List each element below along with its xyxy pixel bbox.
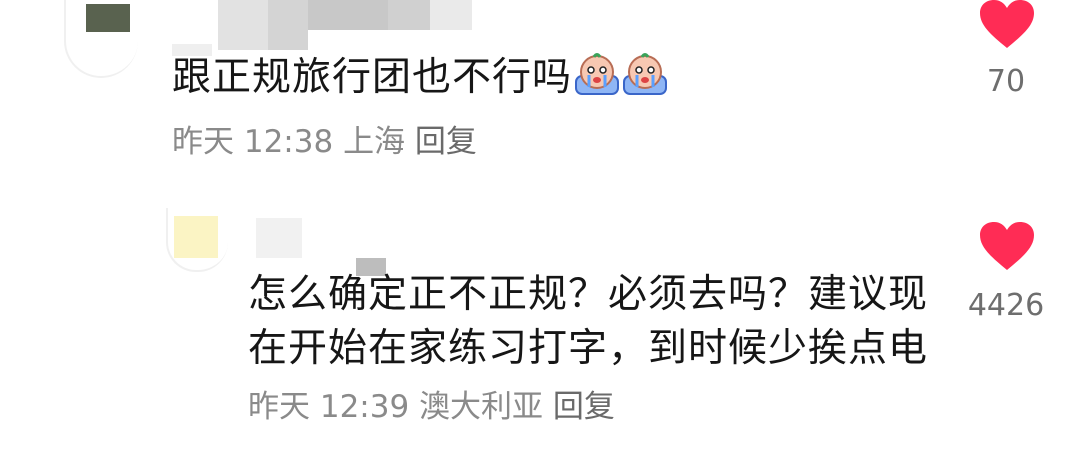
- reply-button[interactable]: 回复: [553, 389, 615, 425]
- comment-time: 昨天 12:39: [248, 389, 410, 425]
- heart-icon[interactable]: [980, 0, 1034, 50]
- crying-face-emoji-icon: [623, 53, 668, 95]
- heart-icon[interactable]: [980, 222, 1034, 272]
- comment-location: 澳大利亚: [419, 389, 544, 425]
- comment-location: 上海: [343, 124, 406, 160]
- avatar-image: [174, 216, 218, 258]
- reply-button[interactable]: 回复: [415, 124, 477, 160]
- avatar[interactable]: [64, 0, 138, 78]
- comment-meta: 昨天 12:39 澳大利亚 回复: [248, 389, 615, 425]
- comment-time: 昨天 12:38: [172, 124, 334, 160]
- like-count: 70: [986, 64, 1026, 99]
- crying-face-emoji-icon: [575, 53, 620, 95]
- comment-text: 跟正规旅行团也不行吗: [172, 50, 668, 106]
- avatar[interactable]: [166, 208, 228, 272]
- comment-text: 怎么确定正不正规？必须去吗？建议现在开始在家练习打字，到时候少挨点电 昨天 12…: [248, 268, 938, 434]
- comment-meta: 昨天 12:38 上海 回复: [172, 120, 477, 164]
- username-redacted[interactable]: [172, 0, 472, 56]
- avatar-image: [86, 4, 130, 32]
- comment-body: 怎么确定正不正规？必须去吗？建议现在开始在家练习打字，到时候少挨点电: [248, 272, 929, 371]
- comment-body: 跟正规旅行团也不行吗: [172, 55, 573, 100]
- like-count: 4426: [967, 288, 1045, 323]
